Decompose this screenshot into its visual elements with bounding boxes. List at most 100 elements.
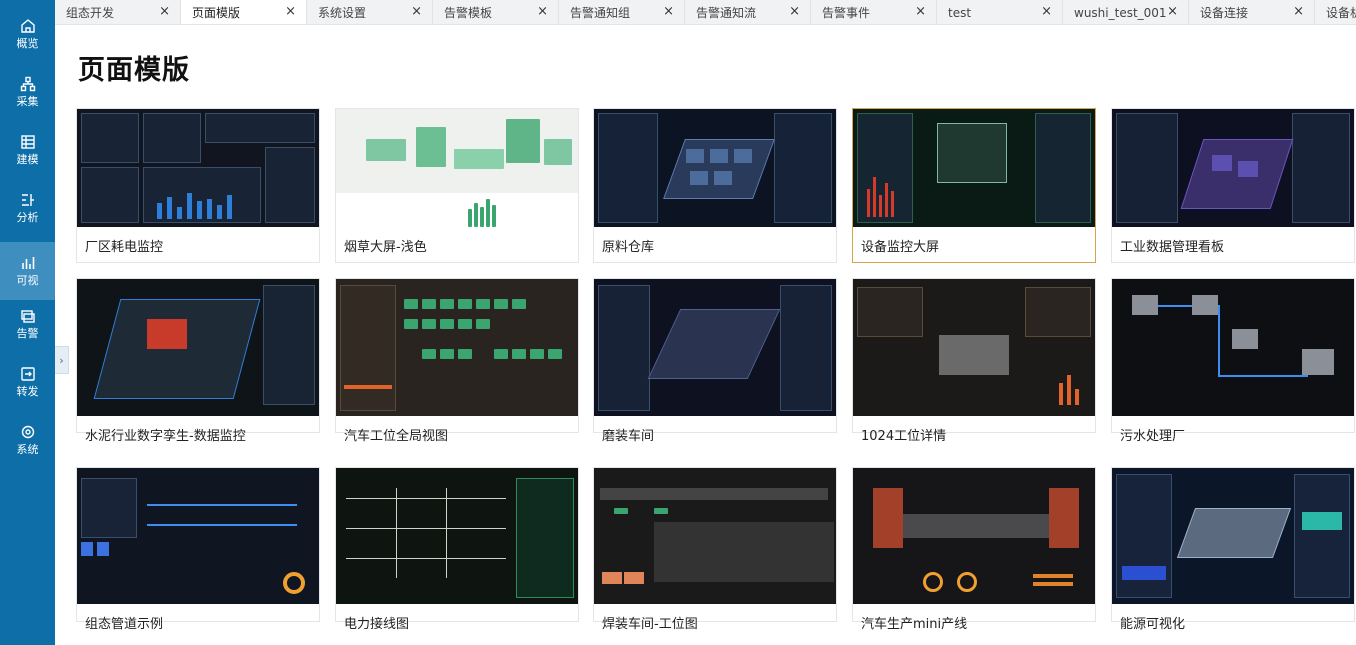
template-card[interactable]: 组态管道示例 (76, 467, 320, 632)
tab-item[interactable]: 系统设置 × (307, 0, 433, 24)
nav-model[interactable]: 建模 (0, 126, 55, 174)
close-icon[interactable]: × (789, 5, 800, 19)
nav-label: 可视 (16, 274, 39, 287)
close-icon[interactable]: × (159, 5, 170, 19)
template-thumbnail (594, 109, 836, 227)
template-label: 能源可视化 (1120, 617, 1186, 632)
template-label: 水泥行业数字孪生-数据监控 (85, 429, 246, 444)
tab-item[interactable]: 组态开发 × (55, 0, 181, 24)
template-label: 汽车工位全局视图 (344, 429, 449, 444)
nav-label: 系统 (16, 443, 39, 456)
template-card[interactable]: 污水处理厂 (1111, 278, 1355, 444)
alarm-icon (20, 310, 35, 323)
nav-system[interactable]: 系统 (0, 416, 55, 464)
tab-item[interactable]: 设备连接 × (1189, 0, 1315, 24)
close-icon[interactable]: × (663, 5, 674, 19)
tab-label: 设备机 (1326, 6, 1356, 20)
template-thumbnail (336, 109, 578, 227)
nav-label: 采集 (16, 95, 39, 108)
template-card[interactable]: 汽车工位全局视图 (335, 278, 579, 444)
template-card[interactable]: 原料仓库 (593, 108, 837, 263)
template-thumbnail (1112, 468, 1354, 604)
tab-label: 告警事件 (822, 6, 871, 20)
tab-label: 系统设置 (318, 6, 367, 20)
sidebar: 概览 采集 建模 分析 可视 告警 转发 系统 (0, 0, 55, 645)
template-card[interactable]: 能源可视化 (1111, 467, 1355, 632)
sidebar-collapse-toggle[interactable]: › (55, 346, 69, 374)
close-icon[interactable]: × (1167, 5, 1178, 19)
tab-label: wushi_test_001 (1074, 5, 1167, 20)
page-title: 页面模版 (78, 55, 190, 86)
template-label: 焊装车间-工位图 (602, 617, 698, 632)
close-icon[interactable]: × (915, 5, 926, 19)
template-thumbnail (336, 279, 578, 416)
nav-visual[interactable]: 可视 (0, 242, 55, 300)
template-card[interactable]: 电力接线图 (335, 467, 579, 632)
template-label: 厂区耗电监控 (85, 240, 164, 255)
template-thumbnail (594, 279, 836, 416)
nav-label: 概览 (16, 37, 39, 50)
chart-icon (21, 257, 34, 269)
tab-label: 告警通知组 (570, 6, 631, 20)
template-label: 设备监控大屏 (861, 240, 940, 255)
template-card[interactable]: 水泥行业数字孪生-数据监控 (76, 278, 320, 444)
template-card[interactable]: 1024工位详情 (852, 278, 1096, 444)
template-label: 1024工位详情 (861, 429, 947, 444)
network-icon (20, 76, 35, 92)
nav-analysis[interactable]: 分析 (0, 184, 55, 232)
template-thumbnail (77, 468, 319, 604)
close-icon[interactable]: × (285, 5, 296, 19)
nav-overview[interactable]: 概览 (0, 10, 55, 58)
tab-bar: 组态开发 × 页面模版 × 系统设置 × 告警模板 × 告警通知组 × 告警通知流 × 告警… (55, 0, 1356, 25)
tab-item[interactable]: 设备机 (1315, 0, 1356, 24)
template-card[interactable]: 汽车生产mini产线 (852, 467, 1096, 632)
tab-item[interactable]: wushi_test_001 × (1063, 0, 1189, 24)
tab-item[interactable]: 告警通知组 × (559, 0, 685, 24)
template-thumbnail (336, 468, 578, 604)
template-thumbnail (853, 109, 1095, 227)
template-card[interactable]: 焊装车间-工位图 (593, 467, 837, 632)
settings-icon (21, 425, 34, 439)
template-label: 原料仓库 (602, 240, 655, 255)
analysis-icon (21, 194, 34, 206)
nav-forward[interactable]: 转发 (0, 358, 55, 406)
tab-item[interactable]: 告警通知流 × (685, 0, 811, 24)
close-icon[interactable]: × (537, 5, 548, 19)
template-label: 烟草大屏-浅色 (344, 240, 427, 255)
chevron-right-icon: › (59, 353, 64, 367)
tab-item[interactable]: test × (937, 0, 1063, 24)
template-label: 工业数据管理看板 (1120, 240, 1225, 255)
tab-label: 告警模板 (444, 6, 493, 20)
template-card[interactable]: 磨装车间 (593, 278, 837, 444)
nav-collect[interactable]: 采集 (0, 68, 55, 116)
tab-item[interactable]: 告警模板 × (433, 0, 559, 24)
template-thumbnail (853, 468, 1095, 604)
tab-label: 告警通知流 (696, 6, 757, 20)
template-label: 汽车生产mini产线 (861, 617, 968, 632)
nav-label: 建模 (16, 153, 39, 166)
template-label: 组态管道示例 (85, 617, 164, 632)
template-thumbnail (1112, 109, 1354, 227)
template-thumbnail (77, 279, 319, 416)
template-card[interactable]: 厂区耗电监控 (76, 108, 320, 263)
close-icon[interactable]: × (1041, 5, 1052, 19)
close-icon[interactable]: × (411, 5, 422, 19)
tab-item[interactable]: 告警事件 × (811, 0, 937, 24)
forward-icon (20, 367, 35, 381)
template-thumbnail (77, 109, 319, 227)
nav-label: 告警 (16, 327, 39, 340)
template-card[interactable]: 工业数据管理看板 (1111, 108, 1355, 263)
tab-label: 页面模版 (192, 6, 241, 20)
tab-label: test (948, 5, 972, 20)
close-icon[interactable]: × (1293, 5, 1304, 19)
tab-label: 设备连接 (1200, 6, 1249, 20)
nav-label: 转发 (16, 385, 39, 398)
home-icon (20, 19, 35, 33)
template-label: 污水处理厂 (1120, 429, 1186, 444)
template-thumbnail (594, 468, 836, 604)
template-card[interactable]: 烟草大屏-浅色 (335, 108, 579, 263)
tab-item[interactable]: 页面模版 × (181, 0, 307, 24)
template-card[interactable]: 设备监控大屏 (852, 108, 1096, 263)
table-icon (20, 135, 35, 149)
nav-alarm[interactable]: 告警 (0, 300, 55, 348)
